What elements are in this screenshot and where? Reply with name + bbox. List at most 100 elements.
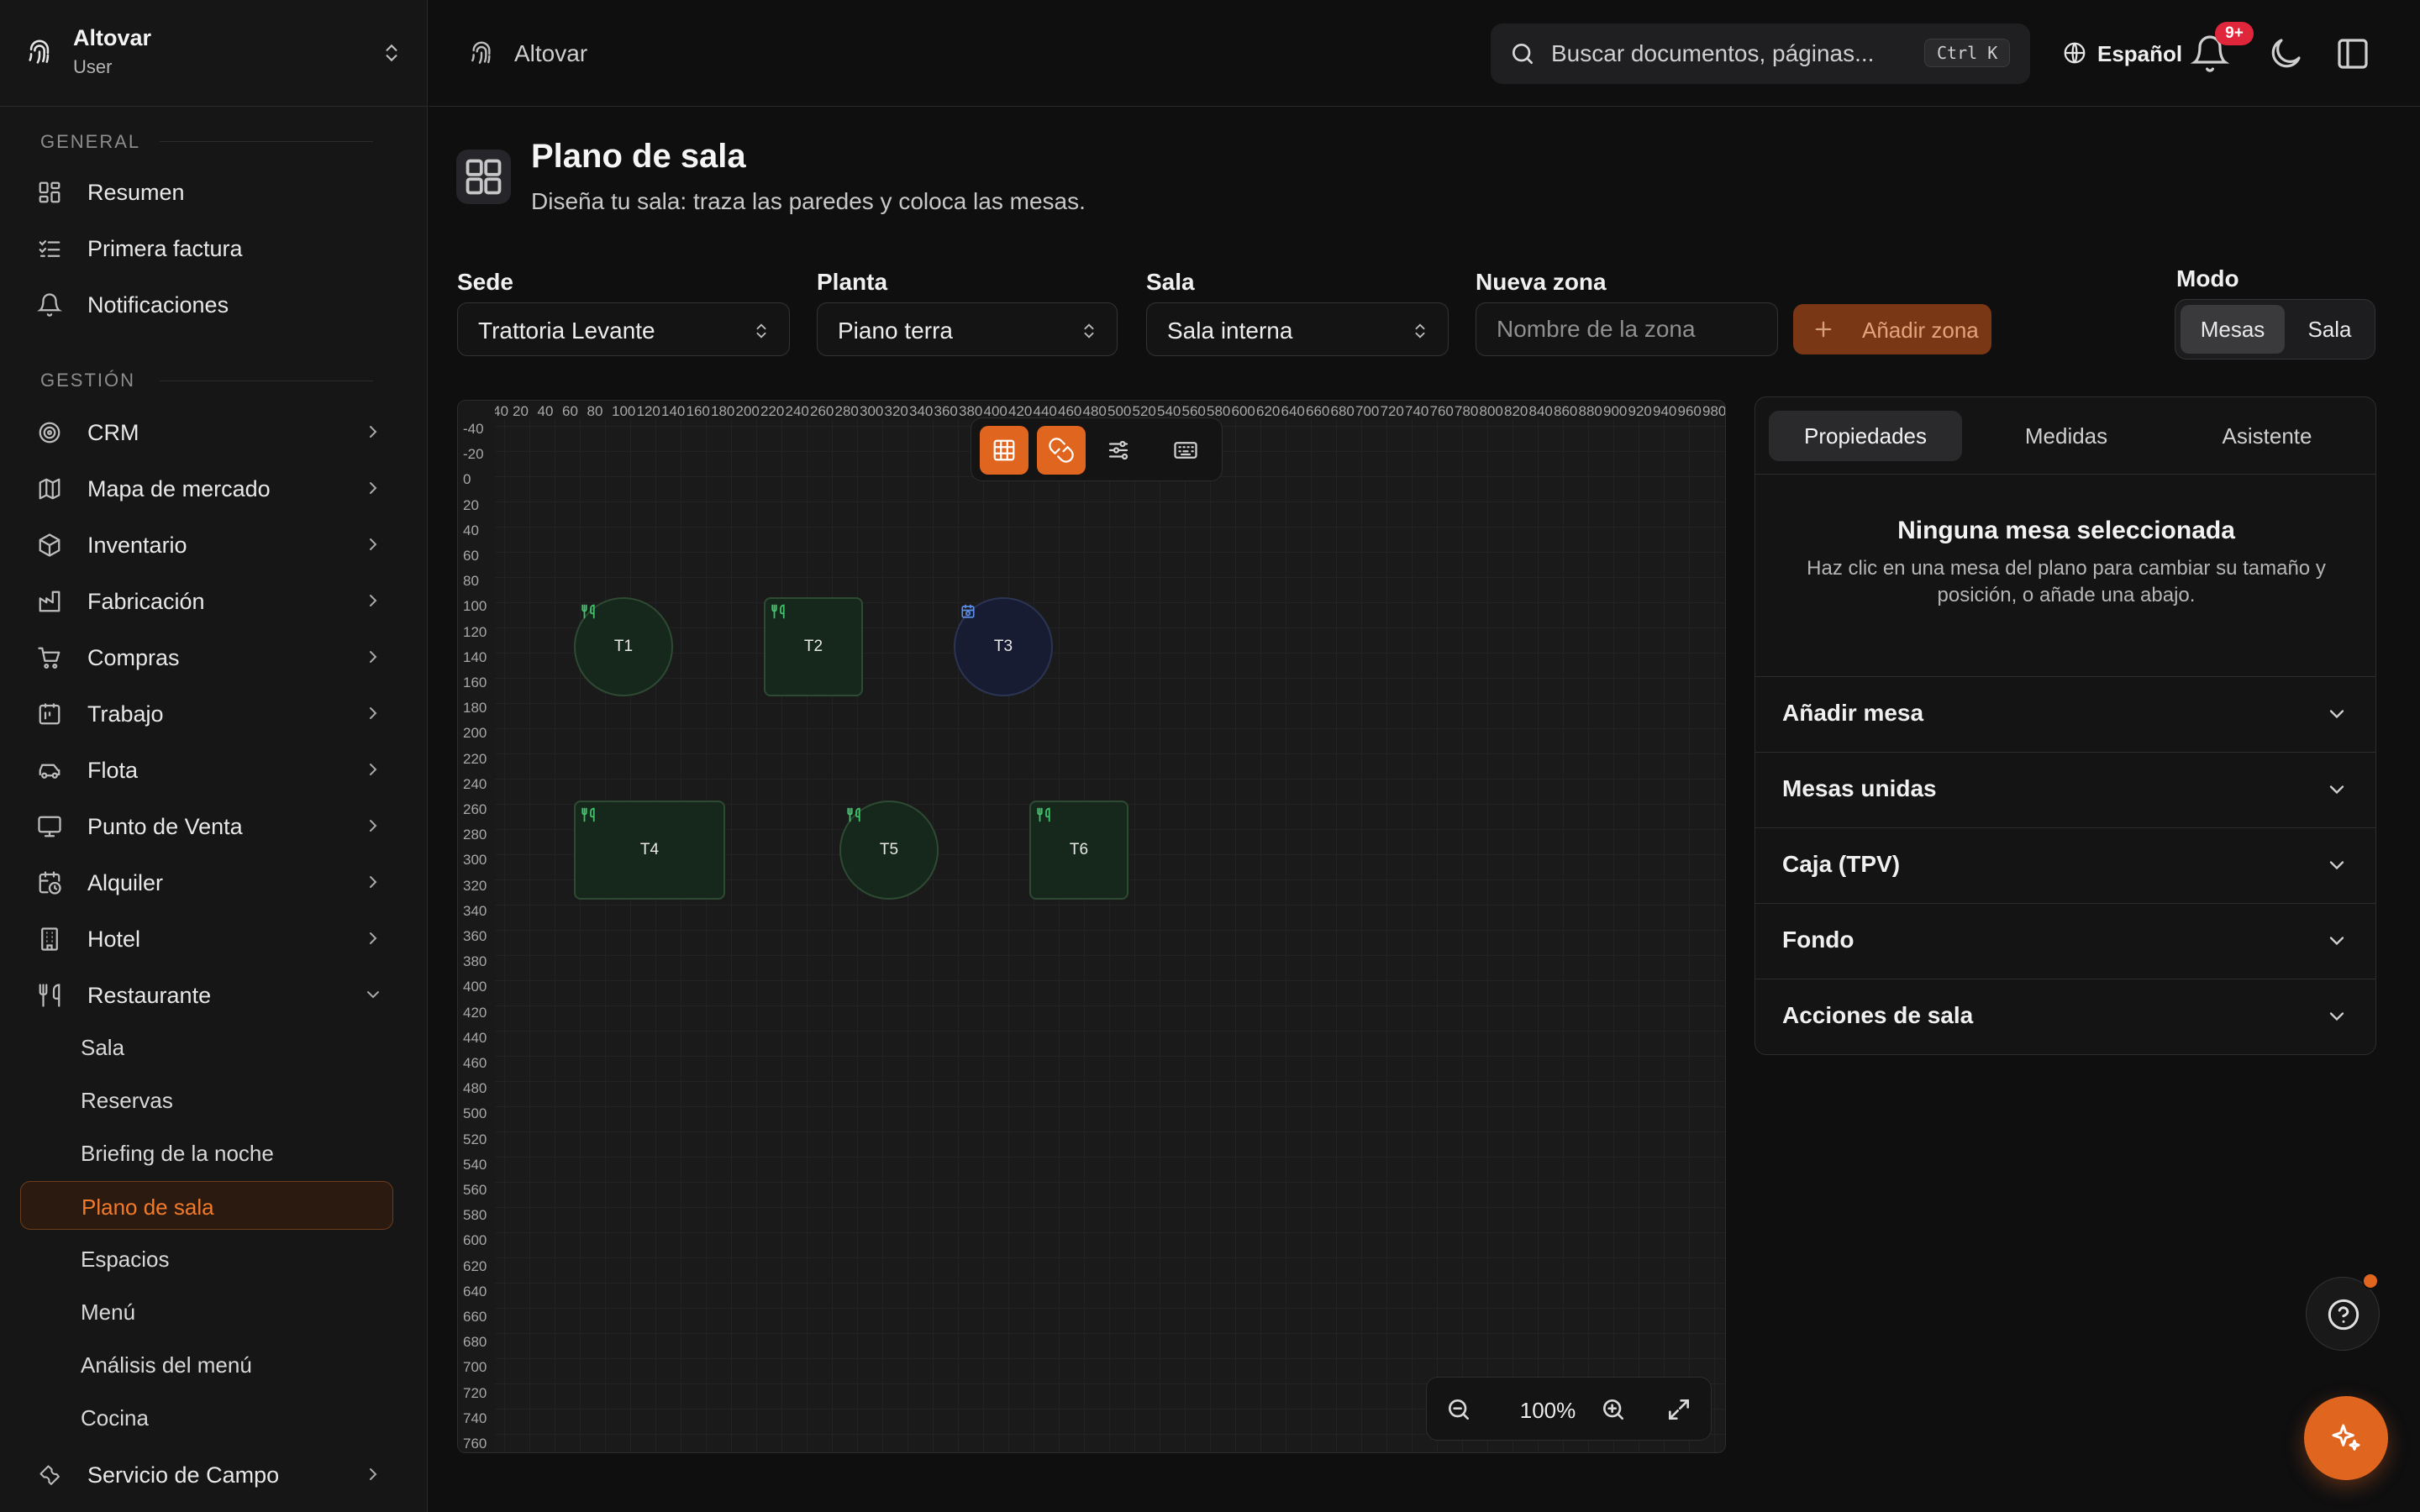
sala-select[interactable]: Sala interna: [1146, 302, 1449, 356]
sede-select[interactable]: Trattoria Levante: [457, 302, 790, 356]
accordion-label: Fondo: [1782, 927, 1854, 953]
zone-name-input[interactable]: [1476, 302, 1778, 356]
accordion-caja-tpv[interactable]: Caja (TPV): [1755, 827, 2375, 903]
floor-plan-canvas[interactable]: -60-402040608010012014016018020022024026…: [457, 400, 1726, 1453]
accordion-fondo[interactable]: Fondo: [1755, 903, 2375, 979]
table-t4[interactable]: T4: [574, 801, 725, 900]
tab-asistente[interactable]: Asistente: [2170, 411, 2364, 461]
table-t2[interactable]: T2: [764, 597, 863, 696]
sidebar-item-notificaciones[interactable]: Notificaciones: [20, 281, 393, 328]
utensils-icon: [1037, 807, 1050, 822]
breadcrumb[interactable]: Altovar: [514, 40, 587, 67]
sidebar-subitem-espacios[interactable]: Espacios: [20, 1234, 393, 1283]
table-label: T6: [1069, 841, 1089, 858]
sidebar-item-label: Notificaciones: [87, 292, 229, 318]
sidebar-item-label: Trabajo: [87, 701, 164, 727]
sidebar-subitem-label: Análisis del menú: [81, 1352, 252, 1378]
accordion-acciones-de-sala[interactable]: Acciones de sala: [1755, 979, 2375, 1054]
cart-icon: [38, 647, 60, 669]
sidebar-item-label: Resumen: [87, 180, 185, 205]
sidebar-item-flota[interactable]: Flota: [20, 746, 393, 793]
ruler-tick: 160: [686, 403, 710, 419]
sidebar-item-compras[interactable]: Compras: [20, 633, 393, 680]
chevrons-up-down-icon: [756, 323, 766, 339]
sidebar-item-restaurante[interactable]: Restaurante: [20, 971, 393, 1018]
ruler-tick: 480: [463, 1080, 487, 1097]
nueva-zona-label: Nueva zona: [1476, 269, 1607, 295]
add-zone-button[interactable]: Añadir zona: [1793, 304, 1991, 354]
ruler-tick: 820: [1504, 403, 1528, 419]
sidebar-subitem-reservas[interactable]: Reservas: [20, 1075, 393, 1124]
ruler-tick: 460: [463, 1055, 487, 1071]
sidebar-subitem-menu[interactable]: Menú: [20, 1287, 393, 1336]
tab-propiedades[interactable]: Propiedades: [1769, 411, 1962, 461]
ruler-tick: 520: [463, 1131, 487, 1147]
section-label-general: GENERAL: [40, 131, 141, 152]
zoom-in-icon[interactable]: [1600, 1396, 1627, 1423]
fullscreen-icon[interactable]: [1665, 1396, 1692, 1423]
keyboard-icon: [1174, 442, 1197, 459]
sidebar-item-punto-de-venta[interactable]: Punto de Venta: [20, 802, 393, 849]
car-icon: [39, 764, 60, 779]
grid-toggle-button[interactable]: [980, 426, 1028, 475]
accordion-anadir-mesa[interactable]: Añadir mesa: [1755, 676, 2375, 752]
ruler-tick: 80: [587, 403, 603, 419]
sidebar-item-trabajo[interactable]: Trabajo: [20, 690, 393, 737]
sidebar-item-alquiler[interactable]: Alquiler: [20, 858, 393, 906]
ruler-horizontal: -60-402040608010012014016018020022024026…: [458, 401, 1725, 419]
sidebar-item-primera-factura[interactable]: Primera factura: [20, 224, 393, 271]
ruler-tick: 620: [463, 1257, 487, 1274]
ruler-tick: 760: [463, 1436, 487, 1452]
sidebar-subitem-briefing[interactable]: Briefing de la noche: [20, 1128, 393, 1177]
planta-label: Planta: [817, 269, 888, 295]
search-input[interactable]: [1551, 37, 1904, 71]
sidebar-item-inventario[interactable]: Inventario: [20, 521, 393, 568]
mode-option-sala[interactable]: Sala: [2290, 305, 2370, 354]
table-t3[interactable]: T3: [954, 597, 1053, 696]
sidebar-item-resumen[interactable]: Resumen: [20, 168, 393, 215]
sidebar-item-mapa-de-mercado[interactable]: Mapa de mercado: [20, 465, 393, 512]
table-label: T2: [803, 638, 823, 655]
ruler-tick: 660: [463, 1309, 487, 1325]
search-bar[interactable]: Ctrl K: [1491, 24, 2030, 84]
fingerprint-icon: [471, 41, 491, 64]
help-button[interactable]: [2306, 1273, 2380, 1351]
workspace-switcher[interactable]: Altovar User: [0, 0, 428, 107]
sidebar-item-crm[interactable]: CRM: [20, 408, 393, 455]
accordion-label: Añadir mesa: [1782, 700, 1924, 726]
ruler-tick: 260: [810, 403, 834, 419]
sidebar-subitem-sala[interactable]: Sala: [20, 1022, 393, 1071]
sidebar-subitem-plano-de-sala[interactable]: Plano de sala: [20, 1181, 393, 1230]
ruler-tick: 500: [463, 1105, 487, 1122]
chevron-right-icon: [370, 932, 377, 944]
sidebar-item-label: Primera factura: [87, 236, 243, 261]
table-t5[interactable]: T5: [839, 801, 939, 900]
table-label: T3: [993, 638, 1013, 655]
settings-sliders-button[interactable]: [1094, 426, 1143, 475]
sidebar-item-fabricacion[interactable]: Fabricación: [20, 577, 393, 624]
factory-icon: [39, 591, 60, 612]
mode-toggle: Mesas Sala: [2175, 299, 2375, 360]
toggle-panel-button[interactable]: [2333, 34, 2373, 74]
ai-assistant-button[interactable]: [2304, 1396, 2388, 1480]
ruler-tick: 20: [513, 403, 529, 419]
sidebar-item-servicio-de-campo[interactable]: Servicio de Campo: [20, 1451, 393, 1498]
tab-medidas[interactable]: Medidas: [1970, 411, 2163, 461]
zoom-out-icon[interactable]: [1445, 1396, 1472, 1423]
keyboard-shortcuts-button[interactable]: [1161, 426, 1210, 475]
theme-toggle-button[interactable]: [2265, 34, 2306, 74]
planta-select[interactable]: Piano terra: [817, 302, 1118, 356]
sidebar-subitem-cocina[interactable]: Cocina: [20, 1393, 393, 1441]
table-t6[interactable]: T6: [1029, 801, 1128, 900]
table-t1[interactable]: T1: [574, 597, 673, 696]
search-icon: [1512, 44, 1533, 64]
sidebar-item-hotel[interactable]: Hotel: [20, 915, 393, 962]
snap-toggle-button[interactable]: [1037, 426, 1086, 475]
sidebar-subitem-analisis-menu[interactable]: Análisis del menú: [20, 1340, 393, 1389]
table-label: T4: [639, 841, 660, 858]
mode-option-mesas[interactable]: Mesas: [2181, 305, 2285, 354]
globe-icon: [2064, 42, 2086, 64]
sidebar-subitem-label: Briefing de la noche: [81, 1141, 274, 1166]
utensils-icon: [39, 984, 60, 1007]
accordion-mesas-unidas[interactable]: Mesas unidas: [1755, 752, 2375, 827]
